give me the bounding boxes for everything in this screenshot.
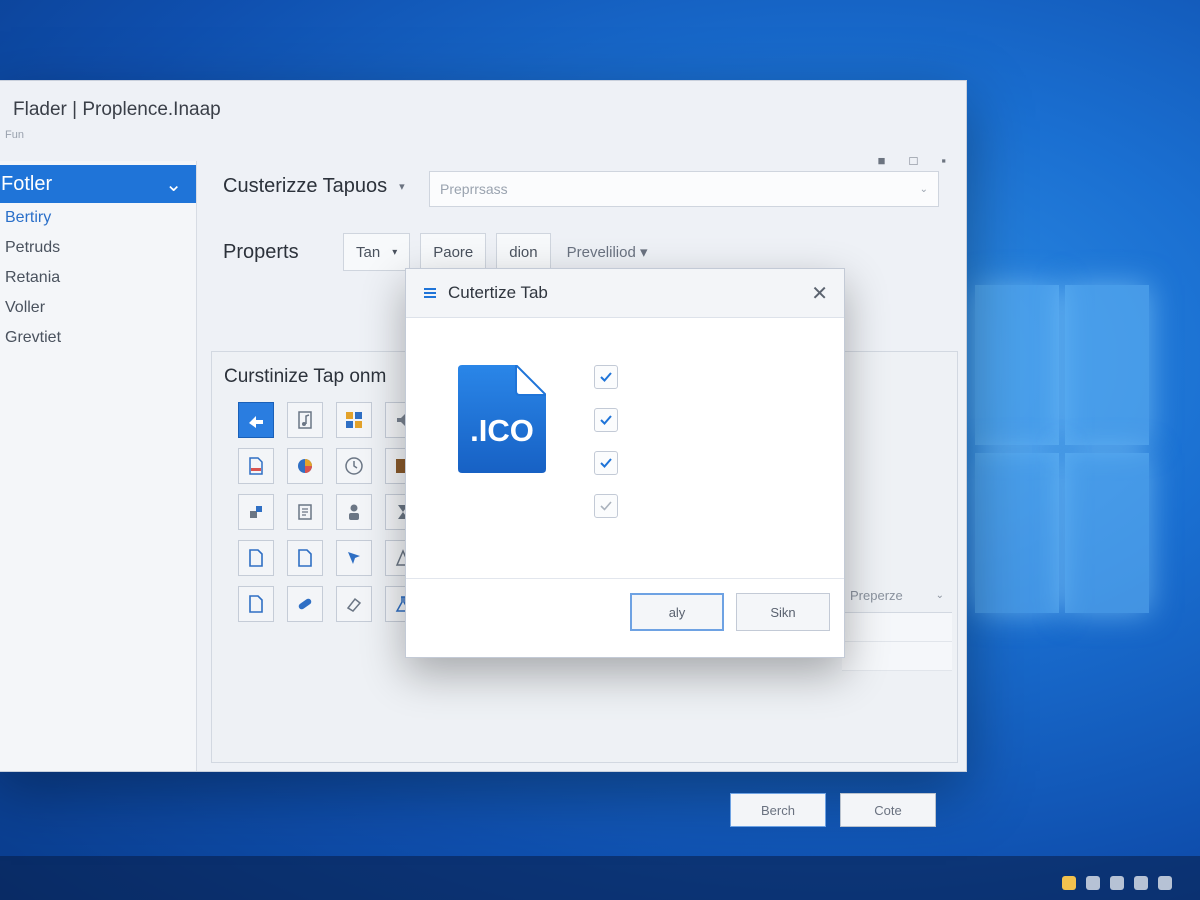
icon-option[interactable] xyxy=(238,448,274,484)
shortcut-arrow-icon xyxy=(249,416,263,428)
properties-row: Properts Tan ▾ Paore dion Preveliliod ▾ xyxy=(223,233,654,271)
customize-label: Custerizze Tapuos xyxy=(223,175,388,197)
properties-label: Properts xyxy=(223,240,299,263)
sidebar-item[interactable]: Retania xyxy=(0,263,196,293)
window-title: Flader | Proplence.Inaap xyxy=(13,99,221,120)
tab-select[interactable]: Tan ▾ xyxy=(343,233,411,271)
dion-button[interactable]: dion xyxy=(496,233,551,271)
checkmark-icon xyxy=(600,458,612,468)
pie-chart-icon xyxy=(298,459,312,473)
icon-option[interactable] xyxy=(287,540,323,576)
icon-grid xyxy=(238,402,421,622)
window-buttons: Berch Cote xyxy=(730,793,936,827)
option-checkboxes xyxy=(594,365,618,537)
menu-icon xyxy=(424,288,436,298)
icon-option[interactable] xyxy=(238,586,274,622)
icon-option[interactable] xyxy=(238,402,274,438)
eraser-icon xyxy=(346,597,362,612)
secondary-dialog-button[interactable]: Sikn xyxy=(736,593,830,631)
tab-select-value: Tan xyxy=(356,243,381,261)
file-icon xyxy=(298,549,312,567)
primary-window-button[interactable]: Berch xyxy=(730,793,826,827)
cursor-arrow-icon xyxy=(348,552,360,564)
customize-tab-dialog: Cutertize Tab ✕ .ICO aly Sikn xyxy=(405,268,845,658)
checkmark-icon xyxy=(600,372,612,382)
sidebar-header-label: Fotler xyxy=(1,172,53,195)
customize-row: Custerizze Tapuos ▾ xyxy=(223,175,405,198)
icon-option[interactable] xyxy=(287,494,323,530)
list-item[interactable] xyxy=(842,613,952,642)
icon-option[interactable] xyxy=(287,448,323,484)
tray-icon[interactable] xyxy=(1062,876,1076,890)
checkmark-icon xyxy=(600,415,612,425)
list-item[interactable] xyxy=(842,642,952,671)
file-icon xyxy=(249,549,263,567)
preview-dropdown[interactable]: Preperze ⌄ xyxy=(842,578,952,613)
file-icon xyxy=(249,595,263,613)
ico-file-icon: .ICO xyxy=(458,362,549,473)
document-icon xyxy=(249,457,263,475)
patre-button[interactable]: Paore xyxy=(420,233,487,271)
caret-down-icon[interactable]: ▾ xyxy=(399,180,405,193)
checkmark-icon xyxy=(600,501,612,511)
icon-option[interactable] xyxy=(287,402,323,438)
user-icon xyxy=(349,504,359,520)
caret-down-icon: ▾ xyxy=(392,246,398,258)
dion-label: dion xyxy=(509,243,538,261)
group-title: Curstinize Tap onm xyxy=(224,366,387,387)
taskbar xyxy=(0,856,1200,900)
option-checkbox[interactable] xyxy=(594,365,618,389)
icon-option[interactable] xyxy=(336,448,372,484)
sidebar: Fotler ⌄ Bertiry Petruds Retania Voller … xyxy=(0,161,197,771)
search-placeholder: Preprrsass xyxy=(440,181,508,197)
preveliliod-dropdown[interactable]: Preveliliod ▾ xyxy=(561,243,654,261)
ico-file-label: .ICO xyxy=(470,413,534,448)
chevron-down-icon: ⌄ xyxy=(165,173,182,196)
tray-icon[interactable] xyxy=(1086,876,1100,890)
notes-icon xyxy=(298,504,312,520)
option-checkbox[interactable] xyxy=(594,408,618,432)
sidebar-item-folder[interactable]: Fotler ⌄ xyxy=(0,165,196,203)
icon-option[interactable] xyxy=(238,494,274,530)
sidebar-item[interactable]: Bertiry xyxy=(0,203,196,233)
window-subtitle: Fun xyxy=(5,129,24,141)
chevron-down-icon[interactable]: ⌄ xyxy=(920,184,928,195)
tray-icon[interactable] xyxy=(1110,876,1124,890)
patre-label: Paore xyxy=(433,243,474,261)
preview-column: Preperze ⌄ xyxy=(842,578,952,671)
apply-button[interactable]: aly xyxy=(630,593,724,631)
dialog-footer: aly Sikn xyxy=(406,578,844,657)
icon-option[interactable] xyxy=(238,540,274,576)
dialog-titlebar: Cutertize Tab ✕ xyxy=(406,269,844,318)
chevron-down-icon: ⌄ xyxy=(935,589,944,601)
option-checkbox[interactable] xyxy=(594,451,618,475)
tray-icon[interactable] xyxy=(1134,876,1148,890)
music-note-icon xyxy=(298,411,312,429)
icon-option[interactable] xyxy=(287,586,323,622)
tiles-icon xyxy=(346,412,362,428)
system-tray xyxy=(1062,876,1172,890)
icon-option[interactable] xyxy=(336,402,372,438)
icon-option[interactable] xyxy=(336,586,372,622)
icon-option[interactable] xyxy=(336,494,372,530)
sidebar-item[interactable]: Grevtiet xyxy=(0,323,196,353)
clock-icon xyxy=(345,457,363,475)
dialog-title: Cutertize Tab xyxy=(448,283,548,302)
secondary-window-button[interactable]: Cote xyxy=(840,793,936,827)
pill-icon xyxy=(298,598,312,610)
close-icon[interactable]: ✕ xyxy=(811,281,828,306)
icon-option[interactable] xyxy=(336,540,372,576)
sidebar-item[interactable]: Voller xyxy=(0,293,196,323)
preview-dropdown-label: Preperze xyxy=(850,587,903,603)
puzzle-icon xyxy=(250,506,262,518)
option-checkbox[interactable] xyxy=(594,494,618,518)
tray-icon[interactable] xyxy=(1158,876,1172,890)
properties-search-input[interactable]: Preprrsass ⌄ xyxy=(429,171,939,207)
wallpaper-windows-logo xyxy=(975,285,1150,620)
sidebar-item[interactable]: Petruds xyxy=(0,233,196,263)
